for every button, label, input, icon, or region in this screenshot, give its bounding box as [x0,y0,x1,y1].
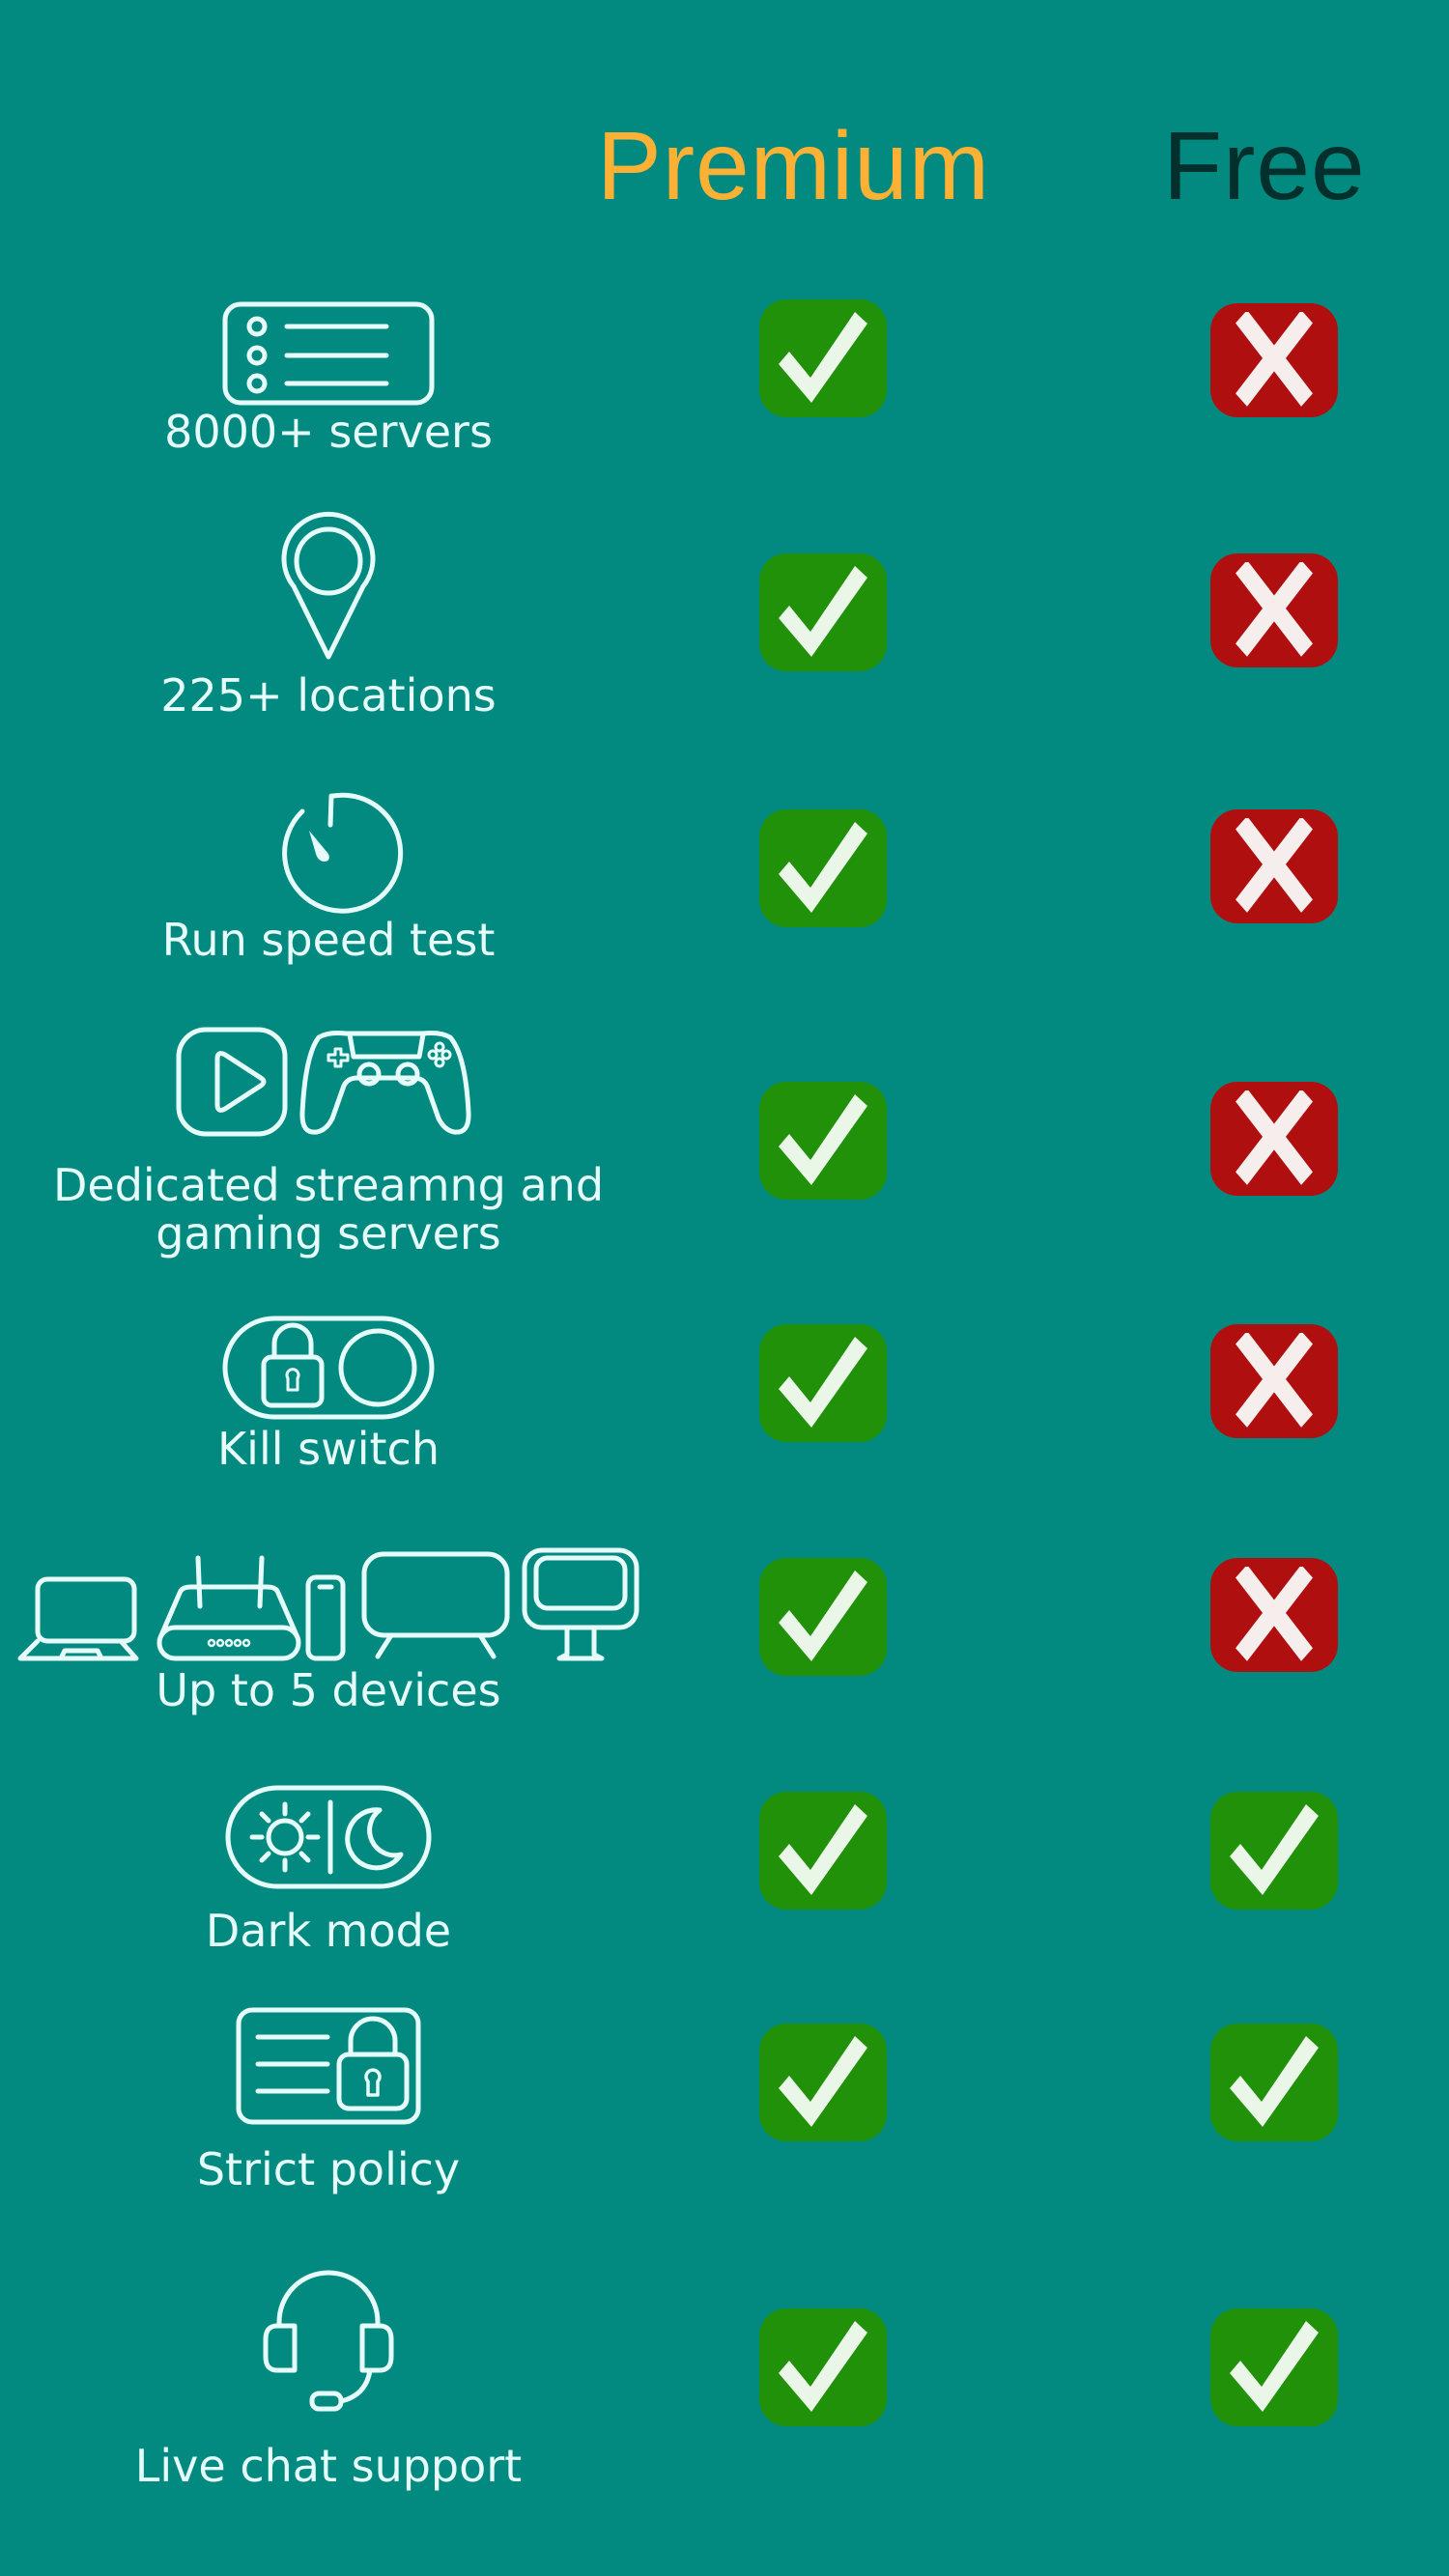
premium-status [759,2308,887,2426]
cross-icon [1236,818,1313,913]
feature-label: Kill switch [217,1423,440,1475]
check-icon [779,566,867,657]
cross-icon [1236,1567,1313,1661]
monitor-icon [522,1547,639,1661]
check-icon [1230,2036,1319,2127]
premium-status [759,299,887,417]
free-status [1210,1558,1338,1672]
feature-cell: Strict policy [0,2006,657,2194]
cross-icon [1236,562,1313,657]
tv-icon [361,1551,510,1659]
cross-icon [1236,1333,1313,1428]
speedometer-icon [282,792,404,914]
feature-label: Strict policy [196,2143,461,2195]
policy-lock-icon [236,2007,421,2125]
feature-cell: Kill switch [0,1315,657,1473]
check-icon [779,312,867,403]
feature-label: 8000+ servers [164,406,493,458]
premium-status [759,2024,887,2141]
feature-cell: 8000+ servers [0,299,657,456]
headset-icon [263,2270,394,2412]
check-icon [779,822,867,913]
premium-status [759,1324,887,1442]
cross-icon [1236,1090,1313,1185]
free-status [1210,2024,1338,2141]
check-icon [1230,1804,1319,1895]
cross-icon [1236,312,1313,407]
lock-toggle-icon [222,1316,435,1420]
sun-moon-toggle-icon [225,1785,432,1889]
feature-label: 225+ locations [160,669,497,722]
premium-status [759,809,887,927]
feature-cell: 225+ locations [0,511,657,722]
check-icon [779,1094,867,1185]
feature-cell: Dedicated streamng and gaming servers [0,1026,657,1258]
feature-cell: Dark mode [0,1785,657,1955]
premium-status [759,1558,887,1676]
feature-label: Dedicated streamng and gaming servers [52,1159,605,1260]
feature-label: Run speed test [161,914,496,966]
free-column-heading: Free [1163,112,1366,220]
feature-label: Live chat support [134,2440,523,2492]
free-status [1210,1792,1338,1910]
free-status [1210,553,1338,667]
free-status [1210,2308,1338,2426]
router-icon [156,1555,301,1661]
check-icon [779,1571,867,1661]
laptop-icon [17,1576,139,1661]
phone-icon [305,1574,346,1661]
feature-cell: Up to 5 devices [0,1547,657,1716]
play-and-gamepad-icon [176,1027,471,1137]
premium-column-heading: Premium [597,112,991,220]
free-status [1210,1324,1338,1438]
premium-status [759,1082,887,1200]
feature-label: Dark mode [205,1905,452,1957]
free-status [1210,809,1338,923]
free-status [1210,303,1338,417]
check-icon [779,2321,867,2412]
check-icon [779,2036,867,2127]
server-list-icon [222,301,435,406]
check-icon [779,1337,867,1428]
feature-cell: Run speed test [0,790,657,964]
location-pin-icon [281,511,376,660]
feature-label: Up to 5 devices [156,1664,501,1716]
free-status [1210,1082,1338,1196]
premium-status [759,1792,887,1910]
devices-icon [17,1547,639,1661]
check-icon [779,1804,867,1895]
feature-cell: Live chat support [0,2270,657,2490]
premium-status [759,553,887,671]
check-icon [1230,2321,1319,2412]
